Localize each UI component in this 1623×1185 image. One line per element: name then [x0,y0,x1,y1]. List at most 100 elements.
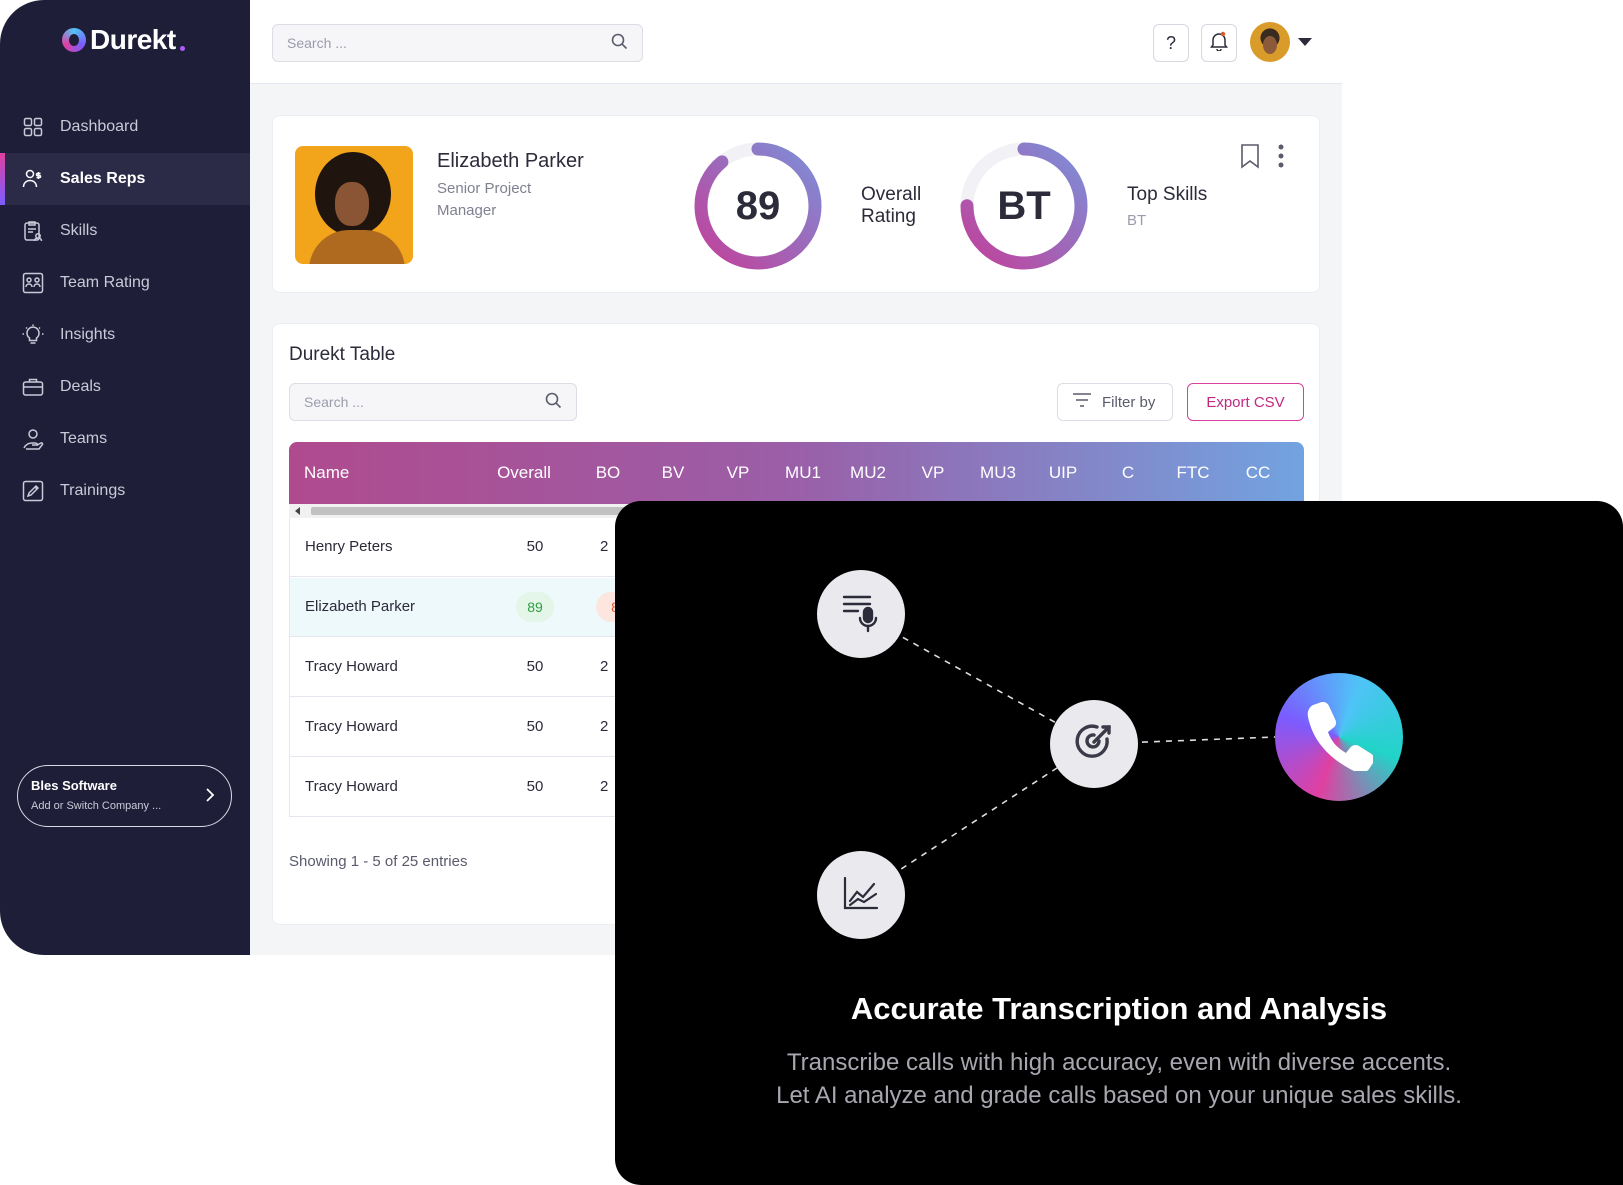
overall-rating-label: Overall Rating [861,184,922,227]
ai-grading-node [1050,700,1138,788]
search-icon [611,33,628,53]
column-header-mu2[interactable]: MU2 [838,463,898,483]
cell-name: Tracy Howard [305,718,398,735]
profile-photo [295,146,413,264]
sidebar-nav: Dashboard Sales Reps Skills Team Rating … [0,101,250,517]
sidebar-item-insights[interactable]: Insights [0,309,250,361]
column-header-vp[interactable]: VP [708,463,768,483]
column-header-name[interactable]: Name [304,463,424,483]
sidebar: Durekt Dashboard Sales Reps Skills Team … [0,0,250,955]
analytics-node [817,851,905,939]
top-skills-ring: BT [959,141,1089,271]
sidebar-item-label: Skills [60,222,98,239]
feature-description: Transcribe calls with high accuracy, eve… [615,1046,1623,1112]
profile-role: Senior Project Manager [437,180,532,219]
cell-overall: 50 [526,778,544,795]
cell-overall-badge: 89 [516,592,554,622]
feature-description-line-2: Let AI analyze and grade calls based on … [776,1082,1462,1109]
column-header-c[interactable]: C [1098,463,1158,483]
profile-card: Elizabeth Parker Senior Project Manager … [272,115,1320,293]
notifications-button[interactable] [1201,24,1237,62]
user-avatar[interactable] [1250,22,1290,62]
overall-rating-value: 89 [735,183,781,228]
column-header-mu3[interactable]: MU3 [968,463,1028,483]
certificate-icon [22,480,44,502]
table-header: Name Overall BO BV VP MU1 MU2 VP MU3 UIP… [289,442,1304,504]
transcript-mic-node [817,570,905,658]
help-icon: ? [1165,32,1176,53]
cell-bo: 2 [600,538,609,555]
column-header-bv[interactable]: BV [643,463,703,483]
company-name: Bles Software [31,778,117,793]
sidebar-item-trainings[interactable]: Trainings [0,465,250,517]
more-options-icon[interactable] [1277,143,1285,174]
cell-name: Elizabeth Parker [305,598,416,615]
target-icon [1071,719,1117,770]
search-placeholder: Search ... [304,394,364,410]
sidebar-item-deals[interactable]: Deals [0,361,250,413]
scroll-left-icon[interactable] [295,507,300,515]
cell-name: Tracy Howard [305,778,398,795]
sidebar-item-teams[interactable]: Teams [0,413,250,465]
cell-bo: 2 [600,718,609,735]
sidebar-item-label: Sales Reps [60,170,146,187]
column-header-uip[interactable]: UIP [1033,463,1093,483]
clipboard-user-icon [22,220,44,242]
topbar: Search ... ? [250,0,1342,84]
cell-overall: 50 [526,718,544,735]
top-skills-value: BT [997,183,1051,228]
filter-icon [1072,393,1092,411]
stage: Durekt Dashboard Sales Reps Skills Team … [0,0,1623,1185]
export-csv-button[interactable]: Export CSV [1187,383,1304,421]
top-skills-sub: BT [1127,212,1147,229]
sidebar-item-sales-reps[interactable]: Sales Reps [0,153,250,205]
feature-title: Accurate Transcription and Analysis [850,991,1388,1026]
table-title: Durekt Table [289,344,396,365]
sidebar-item-label: Team Rating [60,274,150,291]
sidebar-item-skills[interactable]: Skills [0,205,250,257]
global-search-input[interactable]: Search ... [272,24,643,62]
lightbulb-icon [22,324,44,346]
cell-bo: 2 [600,778,609,795]
feature-description-line-1: Transcribe calls with high accuracy, eve… [786,1049,1452,1076]
phone-icon [1305,699,1374,776]
top-skills-label: Top Skills [1127,184,1208,205]
column-header-ftc[interactable]: FTC [1163,463,1223,483]
feature-panel: Accurate Transcription and Analysis Tran… [615,501,1623,1185]
column-header-mu1[interactable]: MU1 [773,463,833,483]
table-search-input[interactable]: Search ... [289,383,577,421]
bookmark-icon[interactable] [1240,143,1260,174]
brand-name: Durekt [90,24,176,55]
sidebar-item-label: Teams [60,430,108,447]
cell-overall: 50 [526,538,544,555]
sidebar-item-label: Insights [60,326,116,343]
logo-dot [179,45,185,51]
sidebar-item-label: Deals [60,378,101,395]
cell-name: Tracy Howard [305,658,398,675]
overall-rating-ring: 89 [693,141,823,271]
company-switcher[interactable]: Bles Software Add or Switch Company ... [17,765,232,827]
column-header-bo[interactable]: BO [578,463,638,483]
line-chart-icon [842,875,880,916]
help-button[interactable]: ? [1153,24,1189,62]
grid-icon [22,116,44,138]
briefcase-icon [22,376,44,398]
column-header-vp-2[interactable]: VP [903,463,963,483]
caret-down-icon[interactable] [1298,38,1312,46]
profile-name: Elizabeth Parker [437,150,584,172]
sidebar-item-label: Dashboard [60,118,139,135]
sidebar-item-team-rating[interactable]: Team Rating [0,257,250,309]
search-icon [545,392,562,412]
cell-name: Henry Peters [305,538,393,555]
column-header-overall[interactable]: Overall [494,463,554,483]
pagination-summary: Showing 1 - 5 of 25 entries [289,853,468,870]
brand-logo[interactable]: Durekt [62,24,185,56]
sidebar-item-dashboard[interactable]: Dashboard [0,101,250,153]
company-subtitle: Add or Switch Company ... [31,800,162,812]
column-header-cc[interactable]: CC [1228,463,1288,483]
sidebar-item-label: Trainings [60,482,126,499]
users-dollar-icon [22,168,44,190]
filter-button[interactable]: Filter by [1057,383,1173,421]
search-placeholder: Search ... [287,35,347,51]
call-node [1275,673,1403,801]
